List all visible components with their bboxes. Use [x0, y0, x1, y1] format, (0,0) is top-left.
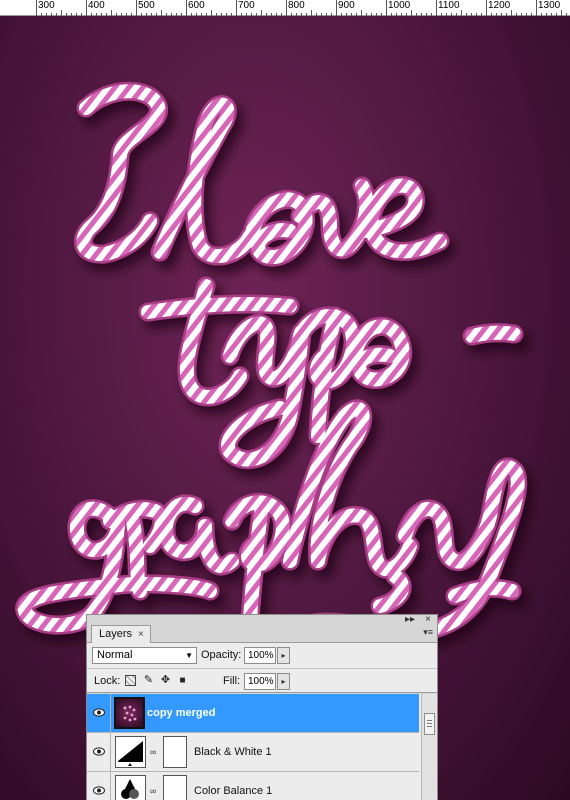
layer-row[interactable]: ∞ Black & White 1: [87, 733, 419, 772]
panel-tab-bar: Layers × ▾≡: [87, 625, 437, 644]
layer-row[interactable]: copy merged: [87, 694, 419, 733]
horizontal-ruler[interactable]: 300 400 500 600 700 800 900 1000 1100 12…: [0, 0, 570, 16]
layer-row[interactable]: ∞ Color Balance 1: [87, 772, 419, 800]
layer-name: Color Balance 1: [194, 785, 273, 797]
layer-name: copy merged: [147, 707, 216, 719]
eye-icon: [93, 786, 105, 795]
black-white-adjustment-graphic: [118, 741, 143, 766]
blend-mode-value: Normal: [97, 649, 133, 661]
tab-layers[interactable]: Layers ×: [91, 625, 151, 644]
visibility-toggle[interactable]: [87, 694, 111, 733]
layer-list-scrollbar[interactable]: [421, 694, 437, 800]
blend-mode-select[interactable]: Normal ▼: [92, 647, 197, 664]
color-balance-adjustment-graphic: [121, 779, 139, 799]
close-tab-icon[interactable]: ×: [138, 629, 144, 640]
layer-mask-thumbnail: [163, 775, 187, 800]
ruler-label: 600: [188, 0, 205, 11]
visibility-toggle[interactable]: [87, 733, 111, 772]
panel-menu-icon[interactable]: ▾≡: [423, 627, 433, 638]
ruler-label: 1300: [538, 0, 561, 11]
lock-image-pixels-icon[interactable]: ✎: [143, 675, 154, 686]
black-white-adjustment-icon: [115, 736, 146, 768]
lock-options-row: Lock: ✎ ✥ ■ Fill: 100% ▸: [87, 669, 437, 693]
fill-label: Fill:: [223, 675, 241, 687]
layer-list: copy merged ∞ Black & White 1 ∞ Color Ba: [87, 694, 437, 800]
blend-options-row: Normal ▼ Opacity: 100% ▸: [87, 643, 437, 669]
chevron-down-icon: ▼: [185, 651, 193, 660]
layer-name: Black & White 1: [194, 746, 272, 758]
ruler-label: 400: [88, 0, 105, 11]
collapse-panel-icon[interactable]: ▸▸: [405, 614, 415, 625]
eye-icon: [93, 708, 105, 717]
ruler-label: 800: [288, 0, 305, 11]
opacity-label: Opacity:: [201, 649, 242, 661]
ruler-label: 700: [238, 0, 255, 11]
ruler-label: 900: [338, 0, 355, 11]
panel-titlebar[interactable]: ▸▸ ×: [87, 614, 437, 625]
opacity-input[interactable]: 100%: [244, 647, 276, 664]
link-icon[interactable]: ∞: [150, 747, 156, 757]
lock-transparent-pixels-icon[interactable]: [125, 675, 136, 686]
ruler-label: 1100: [438, 0, 460, 11]
close-panel-icon[interactable]: ×: [425, 614, 431, 625]
thumbnail-artwork: [123, 705, 137, 722]
color-balance-adjustment-icon: [115, 775, 146, 800]
image-thumbnail: [114, 697, 145, 729]
link-icon[interactable]: ∞: [150, 786, 156, 796]
opacity-slider-arrow-icon[interactable]: ▸: [277, 647, 290, 664]
visibility-toggle[interactable]: [87, 772, 111, 800]
layers-panel: ▸▸ × Layers × ▾≡ Normal ▼ Opacity: 100% ▸…: [86, 614, 438, 800]
layer-mask-thumbnail: [163, 736, 187, 768]
tab-label: Layers: [99, 628, 133, 640]
lock-label: Lock:: [94, 675, 121, 687]
ruler-label: 500: [138, 0, 155, 11]
ruler-label: 1200: [488, 0, 511, 11]
lock-all-icon[interactable]: ■: [177, 675, 188, 686]
scrollbar-thumb[interactable]: [424, 713, 435, 735]
ruler-label: 300: [38, 0, 55, 11]
fill-input[interactable]: 100%: [244, 673, 276, 690]
lock-position-icon[interactable]: ✥: [160, 675, 171, 686]
ruler-label: 1000: [388, 0, 411, 11]
eye-icon: [93, 747, 105, 756]
fill-slider-arrow-icon[interactable]: ▸: [277, 673, 290, 690]
